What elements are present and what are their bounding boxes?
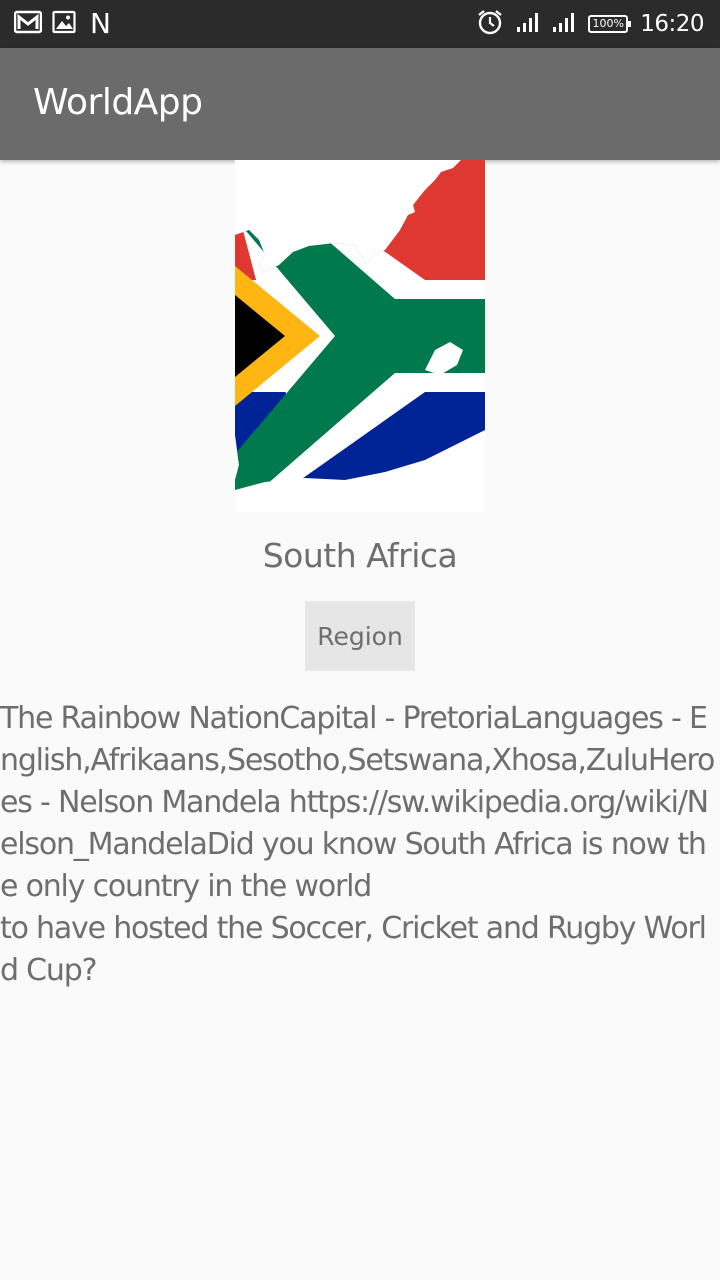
region-button[interactable]: Region (305, 601, 415, 671)
south-africa-flag-map-icon (235, 160, 485, 512)
image-icon (52, 10, 76, 38)
system-icons: 100% 16:20 (476, 8, 704, 40)
country-description: The Rainbow NationCapital - PretoriaLang… (0, 701, 715, 988)
battery-icon: 100% (588, 15, 632, 33)
app-title: WorldApp (33, 82, 203, 123)
signal-icon (552, 11, 576, 37)
status-time: 16:20 (640, 11, 704, 37)
country-name: South Africa (262, 536, 458, 575)
gmail-icon (13, 10, 43, 38)
alarm-icon (476, 8, 504, 40)
notification-icons: N (13, 7, 111, 40)
signal-icon (516, 11, 540, 37)
status-bar: N 100% 16:20 (0, 0, 720, 48)
n-icon: N (90, 7, 111, 40)
app-bar: WorldApp (0, 48, 720, 160)
